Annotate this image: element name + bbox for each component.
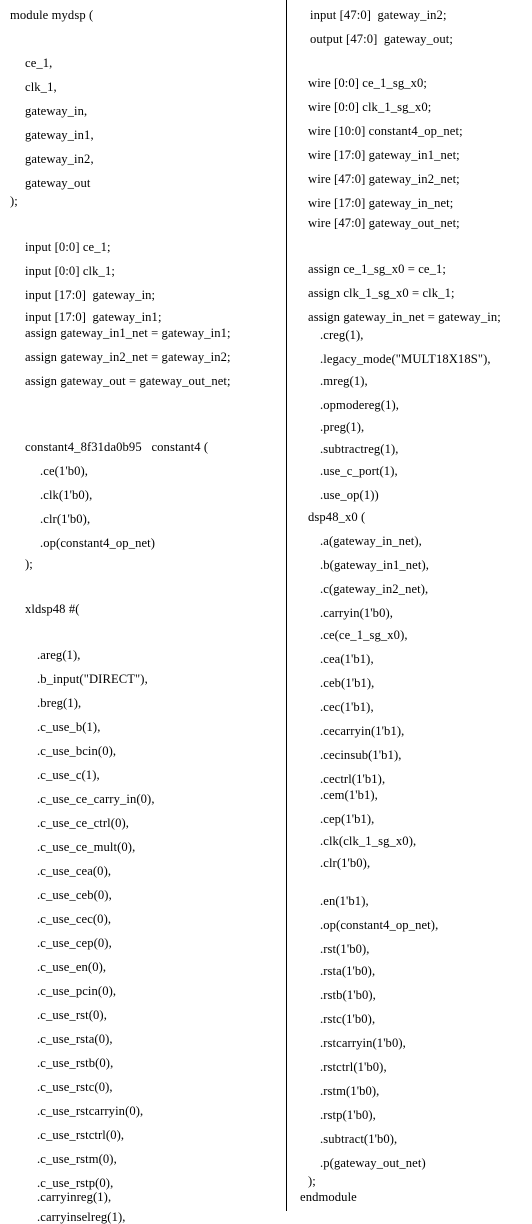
code-line-15: .opmodereg(1), [320, 398, 400, 412]
code-line-48: ); [308, 1174, 316, 1188]
code-line-39: .c_use_rstb(0), [37, 1056, 114, 1070]
code-line-49: endmodule [300, 1190, 357, 1204]
code-line-33: .cep(1'b1), [320, 812, 375, 826]
code-line-44: .rstm(1'b0), [320, 1084, 380, 1098]
code-line-17: .subtractreg(1), [320, 442, 399, 456]
code-line-40: .rstb(1'b0), [320, 988, 376, 1002]
code-line-45: .rstp(1'b0), [320, 1108, 376, 1122]
code-line-0: module mydsp ( [10, 8, 94, 22]
code-line-11: assign gateway_in_net = gateway_in; [308, 310, 501, 324]
code-line-16: .preg(1), [320, 420, 365, 434]
code-line-9: assign ce_1_sg_x0 = ce_1; [308, 262, 446, 276]
code-line-18: .clr(1'b0), [40, 512, 91, 526]
code-line-34: .c_use_cep(0), [37, 936, 112, 950]
code-line-43: .c_use_rstm(0), [37, 1152, 117, 1166]
code-line-38: .c_use_rsta(0), [37, 1032, 113, 1046]
code-line-27: .c_use_c(1), [37, 768, 100, 782]
code-line-18: .use_c_port(1), [320, 464, 398, 478]
code-line-20: ); [25, 557, 33, 571]
code-line-3: gateway_in, [25, 104, 88, 118]
code-line-42: .rstcarryin(1'b0), [320, 1036, 406, 1050]
code-line-14: .mreg(1), [320, 374, 368, 388]
code-line-8: wire [47:0] gateway_out_net; [308, 216, 460, 230]
code-line-31: .c_use_cea(0), [37, 864, 112, 878]
code-line-29: .cecarryin(1'b1), [320, 724, 405, 738]
code-line-22: .b(gateway_in1_net), [320, 558, 430, 572]
code-line-46: .subtract(1'b0), [320, 1132, 398, 1146]
code-line-32: .c_use_ceb(0), [37, 888, 112, 902]
code-line-23: .b_input("DIRECT"), [37, 672, 148, 686]
code-line-22: .areg(1), [37, 648, 81, 662]
code-line-46: .carryinselreg(1), [37, 1210, 126, 1224]
code-line-43: .rstctrl(1'b0), [320, 1060, 387, 1074]
code-line-5: wire [17:0] gateway_in1_net; [308, 148, 460, 162]
code-line-1: output [47:0] gateway_out; [310, 32, 453, 46]
code-line-21: xldsp48 #( [25, 602, 80, 616]
code-line-2: wire [0:0] ce_1_sg_x0; [308, 76, 428, 90]
code-line-37: .c_use_rst(0), [37, 1008, 107, 1022]
code-line-8: input [0:0] ce_1; [25, 240, 111, 254]
code-line-17: .clk(1'b0), [40, 488, 93, 502]
code-line-25: .ce(ce_1_sg_x0), [320, 628, 408, 642]
code-line-4: wire [10:0] constant4_op_net; [308, 124, 463, 138]
code-line-9: input [0:0] clk_1; [25, 264, 115, 278]
code-line-6: gateway_out [25, 176, 91, 190]
code-line-34: .clk(clk_1_sg_x0), [320, 834, 417, 848]
column-divider [286, 0, 287, 1211]
code-line-10: assign clk_1_sg_x0 = clk_1; [308, 286, 455, 300]
code-line-30: .cecinsub(1'b1), [320, 748, 402, 762]
code-line-14: assign gateway_out = gateway_out_net; [25, 374, 231, 388]
code-line-21: .a(gateway_in_net), [320, 534, 422, 548]
code-line-31: .cectrl(1'b1), [320, 772, 386, 786]
code-line-19: .op(constant4_op_net) [40, 536, 156, 550]
code-line-7: ); [10, 194, 18, 208]
code-line-26: .c_use_bcin(0), [37, 744, 117, 758]
code-line-6: wire [47:0] gateway_in2_net; [308, 172, 460, 186]
code-line-23: .c(gateway_in2_net), [320, 582, 429, 596]
code-line-42: .c_use_rstctrl(0), [37, 1128, 125, 1142]
code-line-20: dsp48_x0 ( [308, 510, 366, 524]
code-line-36: .c_use_pcin(0), [37, 984, 117, 998]
code-line-29: .c_use_ce_ctrl(0), [37, 816, 130, 830]
code-line-27: .ceb(1'b1), [320, 676, 375, 690]
code-line-25: .c_use_b(1), [37, 720, 101, 734]
code-line-41: .rstc(1'b0), [320, 1012, 376, 1026]
source-listing-page: module mydsp ( ce_1, clk_1, gateway_in,gate… [0, 0, 532, 1223]
code-line-40: .c_use_rstc(0), [37, 1080, 113, 1094]
code-line-28: .cec(1'b1), [320, 700, 374, 714]
code-line-32: .cem(1'b1), [320, 788, 378, 802]
code-line-24: .carryin(1'b0), [320, 606, 394, 620]
code-line-35: .c_use_en(0), [37, 960, 107, 974]
code-line-11: input [17:0] gateway_in1; [25, 310, 162, 324]
code-line-13: assign gateway_in2_net = gateway_in2; [25, 350, 231, 364]
code-line-3: wire [0:0] clk_1_sg_x0; [308, 100, 432, 114]
code-line-7: wire [17:0] gateway_in_net; [308, 196, 454, 210]
code-line-39: .rsta(1'b0), [320, 964, 376, 978]
code-line-1: ce_1, [25, 56, 53, 70]
code-line-12: .creg(1), [320, 328, 364, 342]
code-line-35: .clr(1'b0), [320, 856, 371, 870]
code-line-38: .rst(1'b0), [320, 942, 370, 956]
code-line-16: .ce(1'b0), [40, 464, 89, 478]
code-line-19: .use_op(1)) [320, 488, 379, 502]
code-line-10: input [17:0] gateway_in; [25, 288, 156, 302]
code-line-47: .p(gateway_out_net) [320, 1156, 426, 1170]
code-line-5: gateway_in2, [25, 152, 94, 166]
code-line-24: .breg(1), [37, 696, 82, 710]
code-line-44: .c_use_rstp(0), [37, 1176, 114, 1190]
code-line-33: .c_use_cec(0), [37, 912, 112, 926]
code-line-2: clk_1, [25, 80, 57, 94]
code-line-13: .legacy_mode("MULT18X18S"), [320, 352, 491, 366]
code-line-41: .c_use_rstcarryin(0), [37, 1104, 144, 1118]
code-line-26: .cea(1'b1), [320, 652, 374, 666]
code-line-36: .en(1'b1), [320, 894, 369, 908]
code-line-0: input [47:0] gateway_in2; [310, 8, 447, 22]
code-line-37: .op(constant4_op_net), [320, 918, 439, 932]
code-line-4: gateway_in1, [25, 128, 94, 142]
code-line-28: .c_use_ce_carry_in(0), [37, 792, 155, 806]
code-line-45: .carryinreg(1), [37, 1190, 112, 1204]
code-line-30: .c_use_ce_mult(0), [37, 840, 136, 854]
code-line-12: assign gateway_in1_net = gateway_in1; [25, 326, 231, 340]
code-line-15: constant4_8f31da0b95 constant4 ( [25, 440, 209, 454]
